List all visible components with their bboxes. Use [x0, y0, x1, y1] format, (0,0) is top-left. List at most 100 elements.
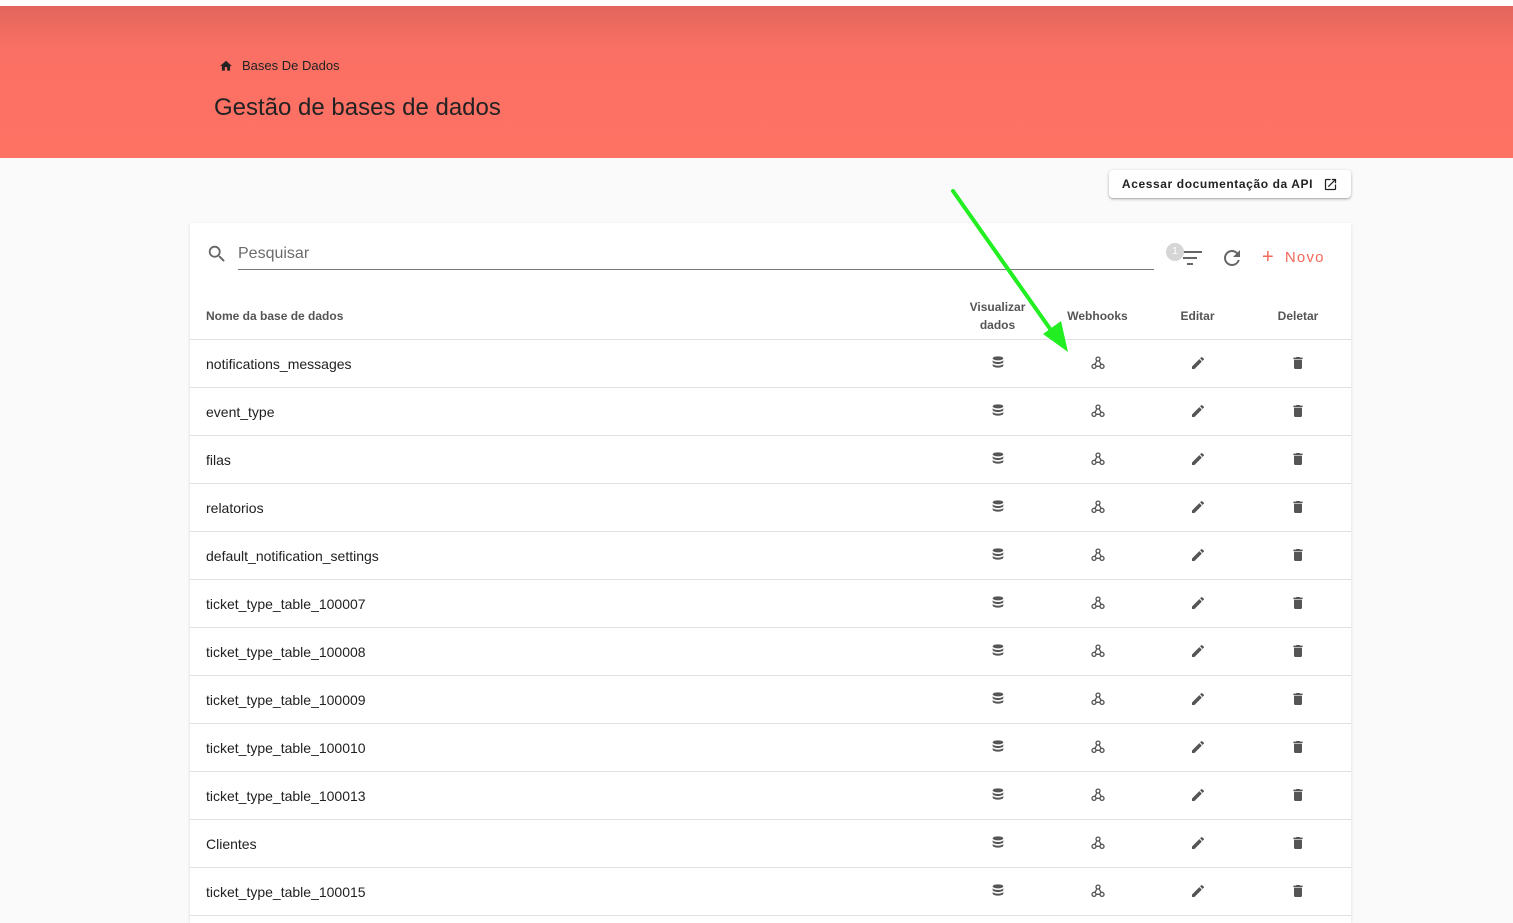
table-row: notifications_messages [190, 339, 1351, 388]
database-icon[interactable] [990, 787, 1006, 803]
trash-icon[interactable] [1290, 547, 1306, 563]
database-name: Clientes [190, 819, 950, 868]
pencil-icon[interactable] [1190, 835, 1206, 851]
webhooks-cell [1045, 435, 1150, 484]
trash-icon[interactable] [1290, 403, 1306, 419]
webhook-icon[interactable] [1090, 787, 1106, 803]
trash-icon[interactable] [1290, 883, 1306, 899]
table-row: default_notification_settings [190, 531, 1351, 580]
open-in-new-icon [1324, 178, 1337, 190]
delete-cell [1245, 531, 1351, 580]
view-data-cell [950, 627, 1045, 676]
trash-icon[interactable] [1290, 499, 1306, 515]
trash-icon[interactable] [1290, 451, 1306, 467]
webhooks-cell [1045, 771, 1150, 820]
trash-icon[interactable] [1290, 739, 1306, 755]
database-icon[interactable] [990, 499, 1006, 515]
table-row: ticket_type_table_100008 [190, 627, 1351, 676]
column-header-edit: Editar [1150, 292, 1245, 340]
database-name: ticket_type_table_100007 [190, 579, 950, 628]
webhook-icon[interactable] [1090, 499, 1106, 515]
webhooks-cell [1045, 579, 1150, 628]
edit-cell [1150, 867, 1245, 916]
webhook-icon[interactable] [1090, 403, 1106, 419]
webhook-icon[interactable] [1090, 739, 1106, 755]
webhooks-cell [1045, 531, 1150, 580]
database-name: relatorios [190, 483, 950, 532]
search-field [238, 241, 1154, 270]
webhooks-cell [1045, 867, 1150, 916]
pencil-icon[interactable] [1190, 547, 1206, 563]
database-icon[interactable] [990, 595, 1006, 611]
trash-icon[interactable] [1290, 595, 1306, 611]
database-icon[interactable] [990, 691, 1006, 707]
view-data-cell [950, 387, 1045, 436]
webhook-icon[interactable] [1090, 595, 1106, 611]
pencil-icon[interactable] [1190, 499, 1206, 515]
database-name: default_notification_settings [190, 531, 950, 580]
table-row: relatorios [190, 483, 1351, 532]
filter-button[interactable]: 1 [1166, 243, 1206, 273]
page-title: Gestão de bases de dados [214, 94, 501, 121]
webhook-icon[interactable] [1090, 835, 1106, 851]
column-header-name[interactable]: Nome da base de dados [190, 292, 950, 340]
delete-cell [1245, 867, 1351, 916]
pencil-icon[interactable] [1190, 691, 1206, 707]
database-icon[interactable] [990, 883, 1006, 899]
table-row: ticket_type_table_100007 [190, 579, 1351, 628]
page-header: Bases De Dados Gestão de bases de dados [0, 6, 1513, 158]
pencil-icon[interactable] [1190, 451, 1206, 467]
table-row: ticket_type_table_100010 [190, 723, 1351, 772]
table-header-row: Nome da base de dados Visualizar dados W… [190, 292, 1351, 340]
trash-icon[interactable] [1290, 355, 1306, 371]
pencil-icon[interactable] [1190, 355, 1206, 371]
edit-cell [1150, 627, 1245, 676]
webhook-icon[interactable] [1090, 547, 1106, 563]
webhooks-cell [1045, 483, 1150, 532]
pencil-icon[interactable] [1190, 787, 1206, 803]
webhook-icon[interactable] [1090, 355, 1106, 371]
database-name: ticket_type_table_100010 [190, 723, 950, 772]
database-icon[interactable] [990, 739, 1006, 755]
view-data-cell [950, 723, 1045, 772]
trash-icon[interactable] [1290, 835, 1306, 851]
view-data-cell [950, 819, 1045, 868]
database-name: ticket_type_table_100015 [190, 867, 950, 916]
pencil-icon[interactable] [1190, 739, 1206, 755]
api-docs-label: Acessar documentação da API [1121, 177, 1314, 191]
database-icon[interactable] [990, 451, 1006, 467]
pencil-icon[interactable] [1190, 403, 1206, 419]
delete-cell [1245, 579, 1351, 628]
webhooks-cell [1045, 339, 1150, 388]
database-icon[interactable] [990, 835, 1006, 851]
database-icon[interactable] [990, 547, 1006, 563]
table-row: event_type [190, 387, 1351, 436]
edit-cell [1150, 723, 1245, 772]
delete-cell [1245, 627, 1351, 676]
new-database-button[interactable]: + Novo [1262, 245, 1325, 269]
api-docs-button[interactable]: Acessar documentação da API [1109, 170, 1351, 198]
webhook-icon[interactable] [1090, 691, 1106, 707]
database-icon[interactable] [990, 355, 1006, 371]
breadcrumb-label[interactable]: Bases De Dados [242, 58, 340, 73]
refresh-icon[interactable] [1220, 246, 1244, 270]
trash-icon[interactable] [1290, 643, 1306, 659]
delete-cell [1245, 435, 1351, 484]
delete-cell [1245, 339, 1351, 388]
search-input[interactable] [238, 241, 1154, 267]
table-row: ticket_type_table_100009 [190, 675, 1351, 724]
pencil-icon[interactable] [1190, 883, 1206, 899]
trash-icon[interactable] [1290, 787, 1306, 803]
database-icon[interactable] [990, 403, 1006, 419]
delete-cell [1245, 819, 1351, 868]
pencil-icon[interactable] [1190, 643, 1206, 659]
pencil-icon[interactable] [1190, 595, 1206, 611]
trash-icon[interactable] [1290, 691, 1306, 707]
database-name: ticket_type_table_100009 [190, 675, 950, 724]
home-icon[interactable] [219, 59, 233, 73]
webhook-icon[interactable] [1090, 643, 1106, 659]
webhook-icon[interactable] [1090, 883, 1106, 899]
edit-cell [1150, 675, 1245, 724]
database-icon[interactable] [990, 643, 1006, 659]
webhook-icon[interactable] [1090, 451, 1106, 467]
